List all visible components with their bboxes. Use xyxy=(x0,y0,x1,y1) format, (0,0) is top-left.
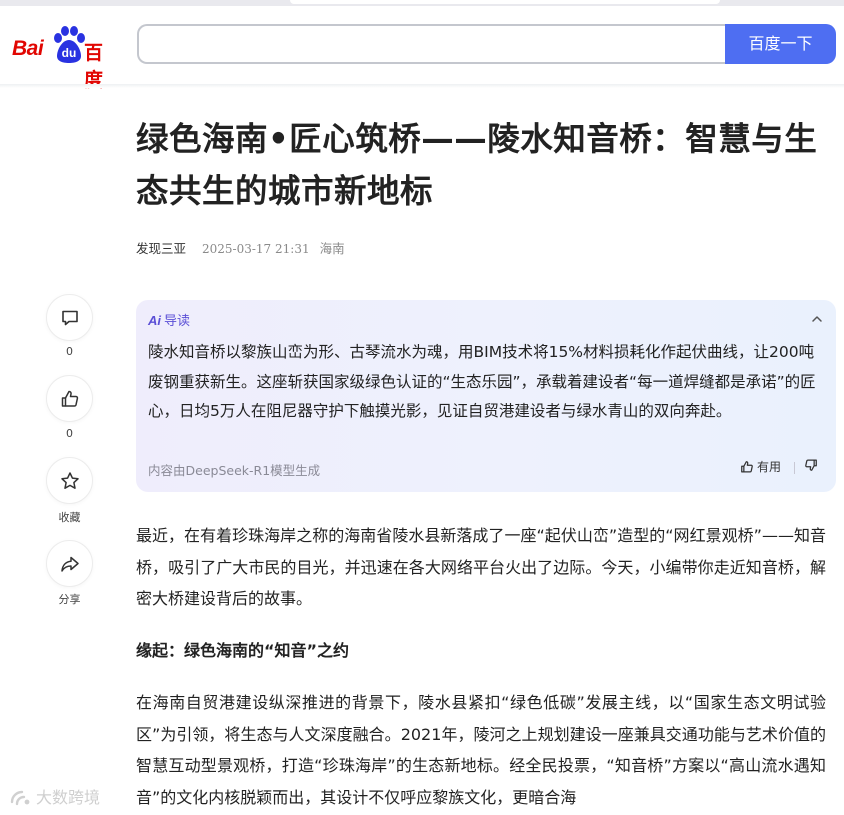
article-meta: 发现三亚 2025-03-17 21:31 海南 xyxy=(136,238,345,256)
favorite-button[interactable] xyxy=(46,457,93,504)
like-count: 0 xyxy=(66,427,73,440)
useful-label: 有用 xyxy=(757,460,782,474)
baidu-logo[interactable]: Bai du 百度 xyxy=(12,24,118,91)
ai-summary-header: Ai 导读 xyxy=(148,310,190,330)
browser-tab[interactable] xyxy=(290,0,720,4)
feedback-divider xyxy=(794,462,795,474)
thumbs-up-icon xyxy=(61,390,79,407)
like-button[interactable] xyxy=(46,375,93,422)
article-title: 绿色海南•匠心筑桥——陵水知音桥：智慧与生态共生的城市新地标 xyxy=(136,120,818,210)
logo-latin: Bai xyxy=(12,37,44,60)
search-button[interactable]: 百度一下 xyxy=(725,24,836,64)
thumbs-down-icon[interactable] xyxy=(804,458,818,472)
thumbs-up-icon xyxy=(741,461,753,473)
section-heading: 缘起：绿色海南的“知音”之约 xyxy=(136,641,350,660)
article-paragraph: 在海南自贸港建设纵深推进的背景下，陵水县紧扣“绿色低碳”发展主线，以“国家生态文… xyxy=(136,693,826,808)
search-input[interactable] xyxy=(139,26,726,62)
share-icon xyxy=(61,556,79,572)
ai-summary-source: 内容由DeepSeek-R1模型生成 xyxy=(148,463,321,478)
useful-button[interactable]: 有用 xyxy=(740,458,781,476)
author-link[interactable]: 发现三亚 xyxy=(136,241,186,256)
chevron-up-icon[interactable] xyxy=(810,312,824,326)
watermark-text: 大数跨境 xyxy=(36,788,101,807)
watermark: 大数跨境 xyxy=(8,784,100,810)
search-box xyxy=(137,24,726,64)
publish-location: 海南 xyxy=(319,241,345,256)
publish-date: 2025-03-17 21:31 xyxy=(202,242,310,256)
share-button[interactable] xyxy=(46,540,93,587)
header: Bai du 百度 百度一下 xyxy=(0,6,844,91)
ai-summary-card: Ai 导读 陵水知音桥以黎族山峦为形、古琴流水为魂，用BIM技术将15%材料损耗化… xyxy=(136,300,836,492)
article-paragraph: 最近，在有着珍珠海岸之称的海南省陵水县新落成了一座“起伏山峦”造型的“网红景观桥… xyxy=(136,526,826,609)
logo-paw-text: du xyxy=(61,46,77,60)
ai-summary-text: 陵水知音桥以黎族山峦为形、古琴流水为魂，用BIM技术将15%材料损耗化作起伏曲线… xyxy=(148,343,816,420)
ai-summary-label: 导读 xyxy=(164,314,191,329)
watermark-logo-icon xyxy=(10,790,30,806)
star-icon xyxy=(61,472,79,489)
ai-icon: Ai xyxy=(148,313,161,328)
favorite-label: 收藏 xyxy=(58,511,81,524)
comment-button[interactable] xyxy=(46,294,93,341)
header-divider xyxy=(0,84,844,88)
comment-count: 0 xyxy=(66,345,73,358)
share-label: 分享 xyxy=(58,593,81,606)
comment-icon xyxy=(62,310,78,326)
